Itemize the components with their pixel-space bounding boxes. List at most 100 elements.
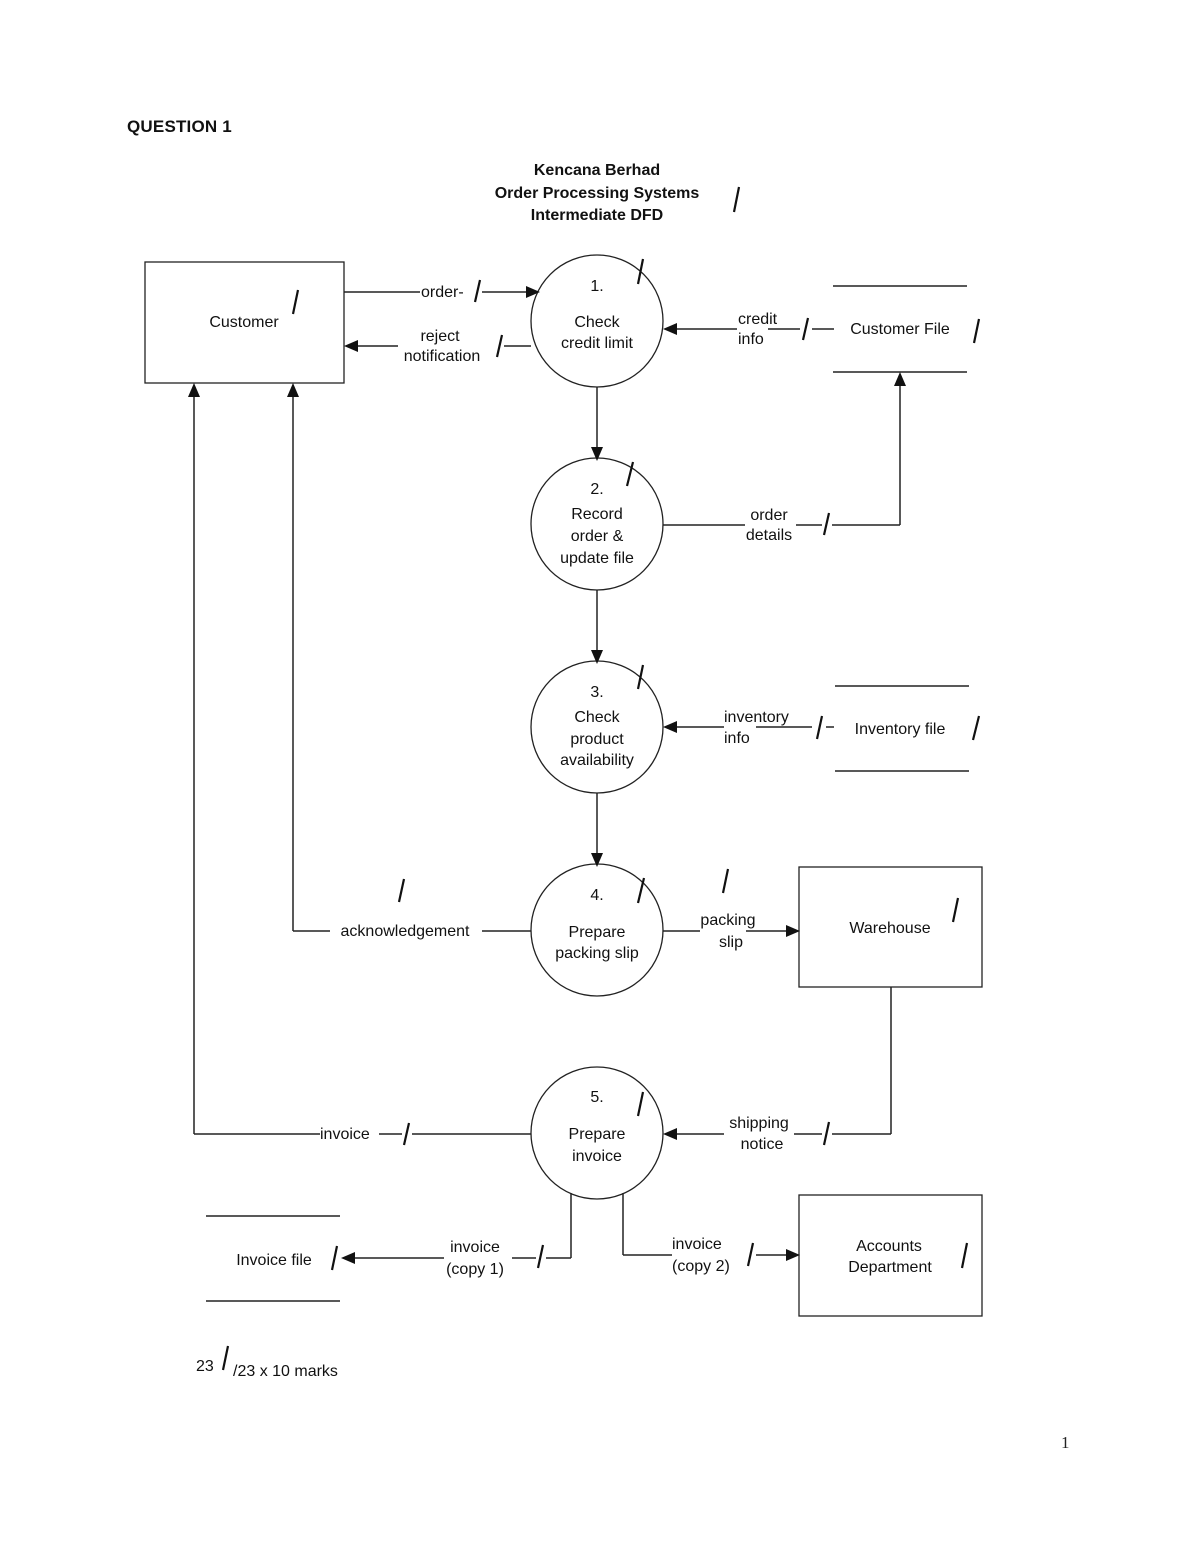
flow-acknowledgement[interactable]: acknowledgement [287, 383, 531, 940]
check-mark-icon [801, 317, 810, 341]
check-mark-icon [397, 878, 406, 903]
score-annotation: 23 /23 x 10 marks [196, 1345, 338, 1380]
flow-credit-line-2: info [738, 331, 764, 348]
flow-reject-line-1: reject [420, 328, 460, 345]
flow-invoice-copy-2[interactable]: invoice (copy 2) [622, 1193, 800, 1275]
entity-accounts-department[interactable]: Accounts Department [798, 1194, 983, 1317]
title-line-1: Kencana Berhad [534, 162, 660, 179]
flow-credit-info[interactable]: credit info [663, 311, 834, 348]
process-1-number: 1. [590, 278, 603, 295]
store-inventory-file-label: Inventory file [855, 721, 946, 738]
process-2-line-3: update file [560, 550, 634, 567]
check-mark-icon [721, 868, 730, 894]
flow-p1-to-p2[interactable] [591, 387, 603, 461]
arrow-head-icon [663, 721, 677, 733]
flow-invoice-copy-1[interactable]: invoice (copy 1) [341, 1193, 572, 1278]
flow-order-label: order- [421, 284, 464, 301]
flow-p3-to-p4[interactable] [591, 793, 603, 867]
entity-warehouse-label: Warehouse [849, 920, 930, 937]
check-mark-icon [473, 279, 482, 303]
dfd-diagram: Kencana Berhad Order Processing Systems … [144, 162, 983, 1380]
entity-customer-label: Customer [209, 314, 279, 331]
check-mark-icon [815, 715, 824, 740]
flow-invoice-copy1-line-1: invoice [450, 1239, 500, 1256]
process-3-line-2: product [570, 731, 624, 748]
check-mark-icon [402, 1122, 411, 1146]
diagram-title: Kencana Berhad Order Processing Systems … [495, 162, 741, 224]
flow-order[interactable]: order- [344, 279, 540, 303]
process-5-line-1: Prepare [569, 1126, 626, 1143]
flow-order-details-line-2: details [746, 527, 792, 544]
title-line-2: Order Processing Systems [495, 185, 700, 202]
process-2-line-2: order & [571, 528, 624, 545]
score-numerator: 23 [196, 1358, 214, 1375]
arrow-head-icon [786, 1249, 800, 1261]
flow-order-details-line-1: order [750, 507, 788, 524]
process-1[interactable]: 1. Check credit limit [530, 254, 664, 388]
process-5[interactable]: 5. Prepare invoice [530, 1066, 664, 1200]
check-mark-icon [732, 186, 741, 213]
title-line-3: Intermediate DFD [531, 207, 663, 224]
entity-customer[interactable]: Customer [144, 261, 345, 384]
flow-shipping-notice[interactable]: shipping notice [663, 987, 892, 1153]
process-5-line-2: invoice [572, 1148, 622, 1165]
process-3-line-3: availability [560, 752, 634, 769]
arrow-head-icon [287, 383, 299, 397]
check-mark-icon [330, 1245, 339, 1271]
flow-order-details[interactable]: order details [663, 372, 906, 544]
process-1-line-2: credit limit [561, 335, 634, 352]
process-4-number: 4. [590, 887, 603, 904]
process-3-number: 3. [590, 684, 603, 701]
flow-invoice-copy2-line-1: invoice [672, 1236, 722, 1253]
process-2[interactable]: 2. Record order & update file [530, 457, 664, 591]
flow-reject-notification[interactable]: reject notification [344, 328, 531, 365]
flow-inventory-line-1: inventory [724, 709, 789, 726]
score-text: /23 x 10 marks [233, 1363, 338, 1380]
arrow-head-icon [663, 1128, 677, 1140]
flow-invoice-copy1-line-2: (copy 1) [446, 1261, 504, 1278]
flow-credit-line-1: credit [738, 311, 778, 328]
store-inventory-file[interactable]: Inventory file [835, 685, 981, 772]
flow-invoice[interactable]: invoice [188, 383, 531, 1146]
flow-inventory-line-2: info [724, 730, 750, 747]
arrow-head-icon [786, 925, 800, 937]
process-4-line-2: packing slip [555, 945, 639, 962]
arrow-head-icon [894, 372, 906, 386]
process-3-line-1: Check [574, 709, 620, 726]
flow-packing-slip[interactable]: packing slip [663, 868, 800, 951]
flow-packing-line-1: packing [700, 912, 755, 929]
check-mark-icon [971, 715, 981, 741]
arrow-head-icon [341, 1252, 355, 1264]
process-3[interactable]: 3. Check product availability [530, 660, 664, 794]
check-mark-icon [822, 1121, 831, 1146]
entity-accounts-line-1: Accounts [856, 1238, 922, 1255]
process-5-number: 5. [590, 1089, 603, 1106]
flow-shipping-line-1: shipping [729, 1115, 789, 1132]
flow-packing-line-2: slip [719, 934, 743, 951]
check-mark-icon [972, 318, 981, 344]
flow-shipping-line-2: notice [741, 1136, 784, 1153]
store-invoice-file[interactable]: Invoice file [206, 1215, 340, 1302]
check-mark-icon [746, 1242, 755, 1267]
page-number: 1 [1061, 1433, 1070, 1452]
check-mark-icon [822, 512, 831, 536]
process-2-number: 2. [590, 481, 603, 498]
arrow-head-icon [344, 340, 358, 352]
process-2-line-1: Record [571, 506, 623, 523]
flow-acknowledgement-label: acknowledgement [341, 923, 471, 940]
flow-p2-to-p3[interactable] [591, 590, 603, 664]
process-1-line-1: Check [574, 314, 620, 331]
store-customer-file-label: Customer File [850, 321, 950, 338]
store-customer-file[interactable]: Customer File [833, 285, 981, 373]
store-invoice-file-label: Invoice file [236, 1252, 312, 1269]
flow-inventory-info[interactable]: inventory info [663, 709, 834, 747]
arrow-head-icon [188, 383, 200, 397]
entity-warehouse[interactable]: Warehouse [798, 866, 983, 988]
process-4[interactable]: 4. Prepare packing slip [530, 863, 664, 997]
check-mark-icon [221, 1345, 230, 1371]
flow-invoice-copy2-line-2: (copy 2) [672, 1258, 730, 1275]
entity-accounts-line-2: Department [848, 1259, 932, 1276]
check-mark-icon [536, 1244, 545, 1269]
process-4-line-1: Prepare [569, 924, 626, 941]
check-mark-icon [495, 334, 504, 358]
